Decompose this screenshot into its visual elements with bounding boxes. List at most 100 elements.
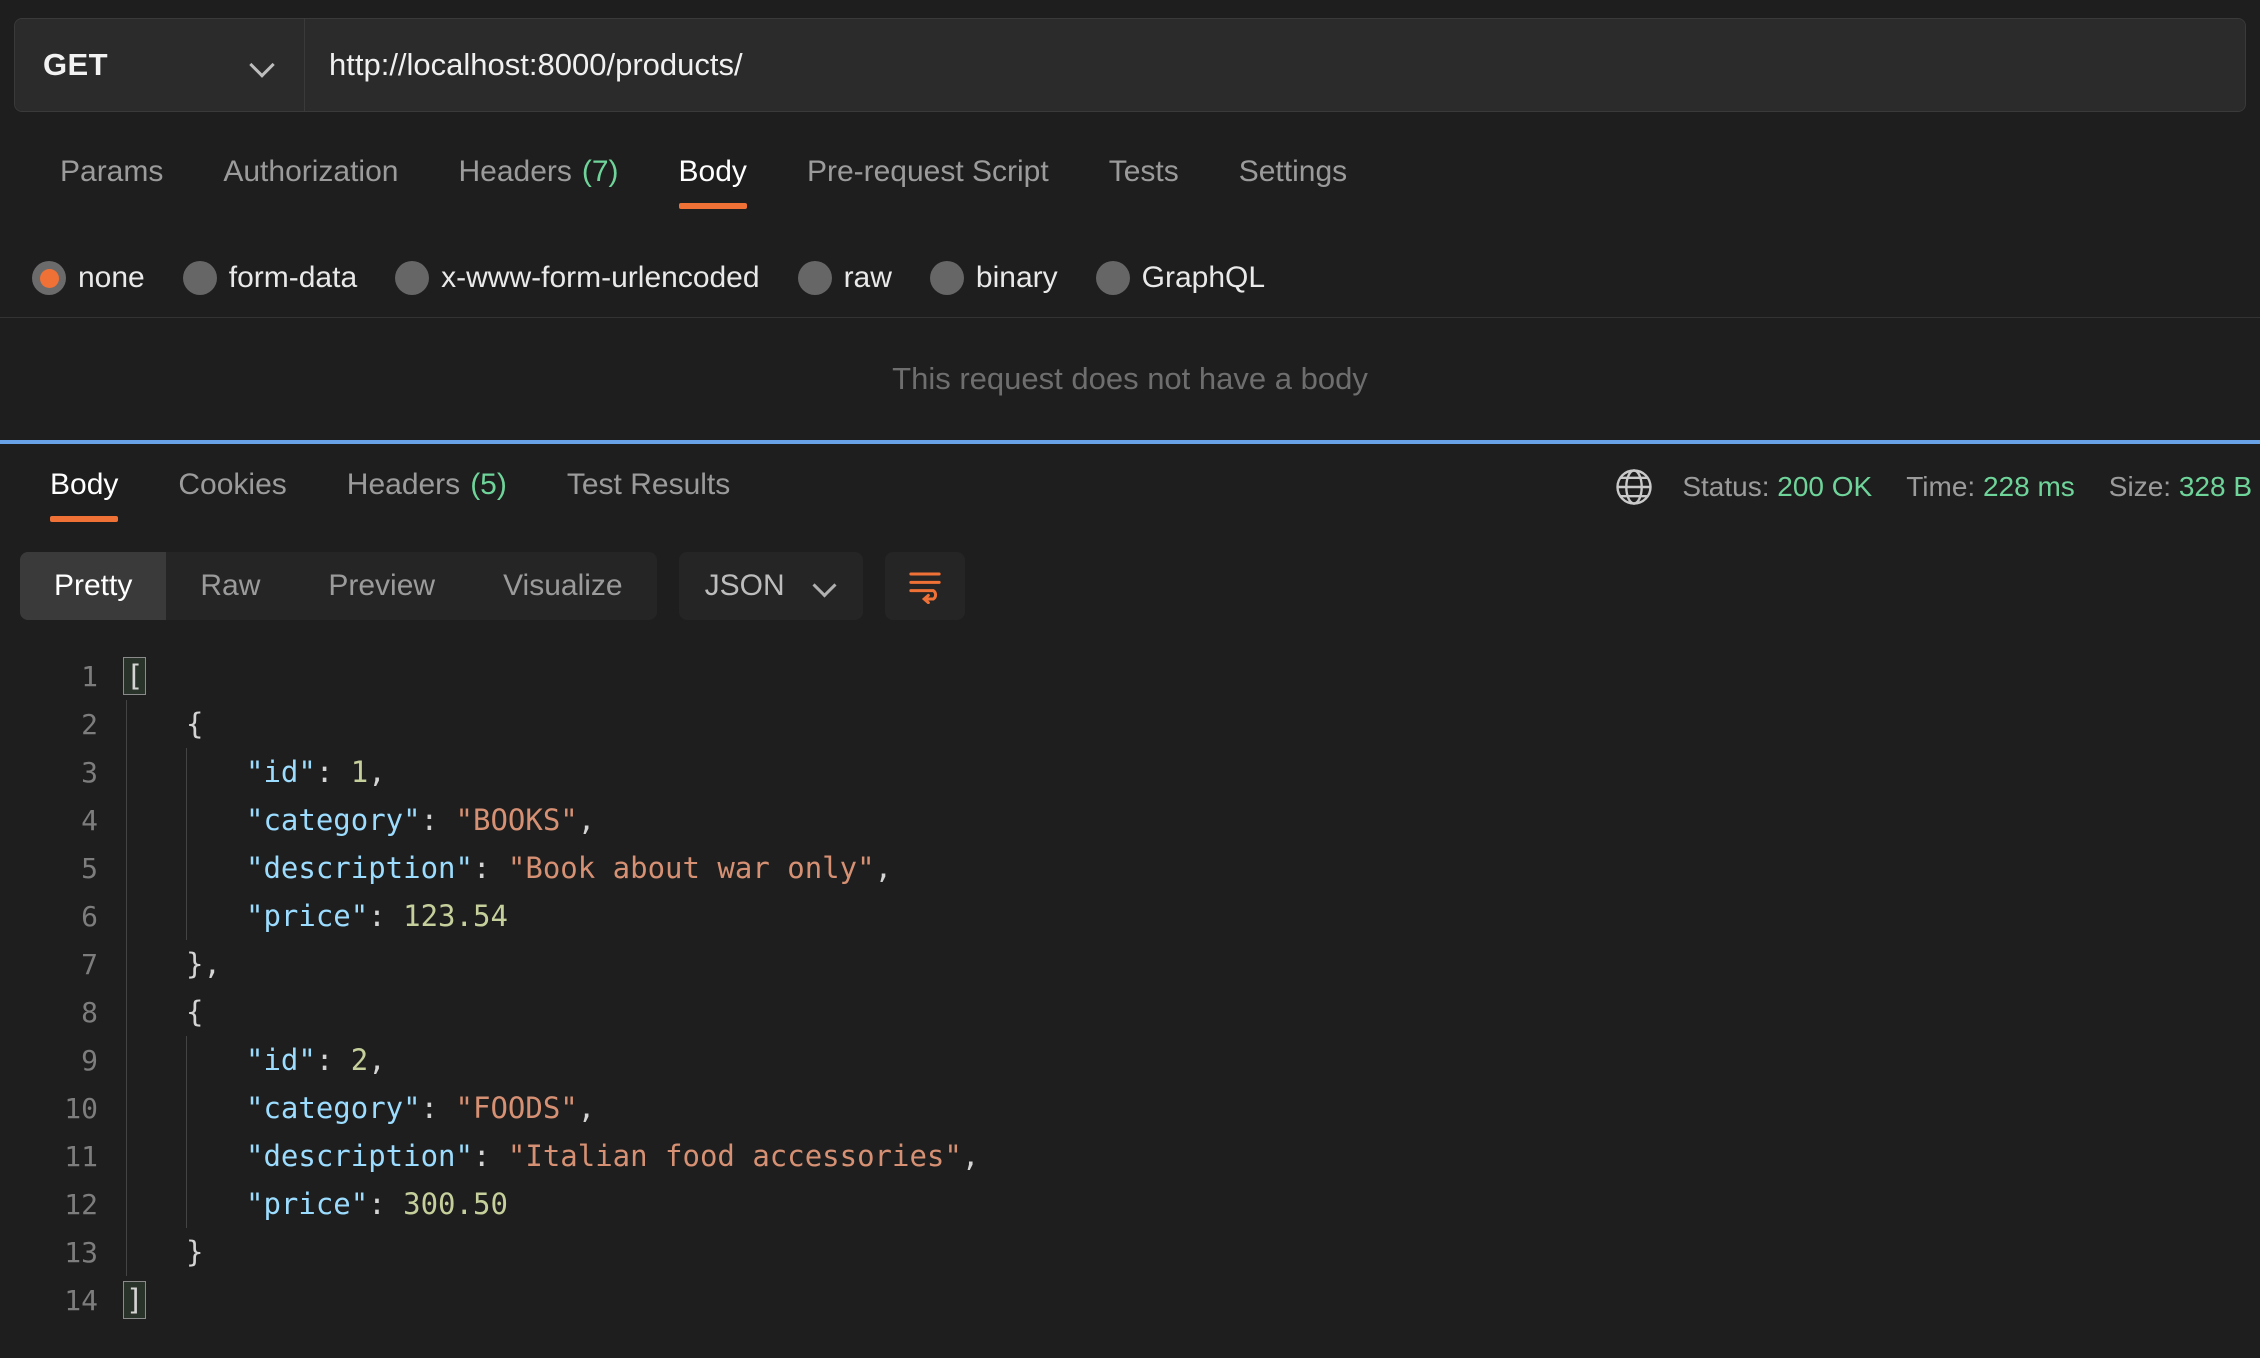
response-tab-test-results[interactable]: Test Results xyxy=(537,453,760,517)
token: "category" xyxy=(246,1091,421,1125)
code-content: { xyxy=(120,988,2260,1036)
token: : xyxy=(368,1187,403,1221)
code-content: "description": "Book about war only", xyxy=(120,844,2260,892)
line-number: 14 xyxy=(0,1284,120,1317)
size-badge: Size: 328 B xyxy=(2109,471,2252,503)
code-content: "id": 2, xyxy=(120,1036,2260,1084)
response-format-dropdown[interactable]: JSON xyxy=(679,552,863,620)
code-text: "description": "Book about war only", xyxy=(120,851,892,885)
chevron-down-icon xyxy=(250,52,276,78)
tab-label: Headers xyxy=(347,468,460,502)
line-number: 1 xyxy=(0,660,120,693)
code-content: "description": "Italian food accessories… xyxy=(120,1132,2260,1180)
body-type-raw[interactable]: raw xyxy=(798,261,892,295)
url-input[interactable] xyxy=(329,47,2221,83)
radio-label: form-data xyxy=(229,261,357,295)
response-tab-headers[interactable]: Headers (5) xyxy=(317,453,537,517)
pane-split-handle[interactable] xyxy=(0,440,2260,444)
tab-authorization[interactable]: Authorization xyxy=(193,140,428,204)
body-type-binary[interactable]: binary xyxy=(930,261,1058,295)
code-line: 13} xyxy=(0,1228,2260,1276)
code-content: "price": 123.54 xyxy=(120,892,2260,940)
tab-label: Authorization xyxy=(223,155,398,189)
bracket-match: [ xyxy=(124,658,145,694)
globe-icon[interactable] xyxy=(1612,465,1656,509)
code-line: 14] xyxy=(0,1276,2260,1324)
code-content: { xyxy=(120,700,2260,748)
view-mode-preview[interactable]: Preview xyxy=(294,552,469,620)
code-text: }, xyxy=(120,947,221,981)
token: "price" xyxy=(246,1187,368,1221)
token: : xyxy=(473,851,508,885)
view-mode-label: Preview xyxy=(328,569,435,603)
tab-label: Body xyxy=(50,468,118,502)
token: , xyxy=(578,803,595,837)
token: , xyxy=(875,851,892,885)
radio-label: x-www-form-urlencoded xyxy=(441,261,759,295)
body-type-graphql[interactable]: GraphQL xyxy=(1096,261,1265,295)
radio-label: GraphQL xyxy=(1142,261,1265,295)
view-mode-pretty[interactable]: Pretty xyxy=(20,552,166,620)
code-line: 4"category": "BOOKS", xyxy=(0,796,2260,844)
code-line: 6"price": 123.54 xyxy=(0,892,2260,940)
view-mode-raw[interactable]: Raw xyxy=(166,552,294,620)
radio-unselected-icon xyxy=(183,261,217,295)
code-line: 7}, xyxy=(0,940,2260,988)
empty-body-message-area: This request does not have a body xyxy=(0,318,2260,440)
time-label: Time: xyxy=(1906,471,1975,502)
headers-count-badge: (7) xyxy=(582,155,619,189)
line-number: 8 xyxy=(0,996,120,1029)
status-badge: Status: 200 OK xyxy=(1682,471,1872,503)
response-tabs: Body Cookies Headers (5) Test Results xyxy=(20,453,760,517)
code-text: } xyxy=(120,1235,203,1269)
code-content: "category": "BOOKS", xyxy=(120,796,2260,844)
code-line: 3"id": 1, xyxy=(0,748,2260,796)
status-label: Status: xyxy=(1682,471,1769,502)
token: : xyxy=(368,899,403,933)
code-line: 5"description": "Book about war only", xyxy=(0,844,2260,892)
tab-body[interactable]: Body xyxy=(649,140,777,204)
token: : xyxy=(473,1139,508,1173)
time-badge: Time: 228 ms xyxy=(1906,471,2075,503)
radio-unselected-icon xyxy=(798,261,832,295)
tab-params[interactable]: Params xyxy=(30,140,193,204)
time-value: 228 ms xyxy=(1983,471,2075,502)
token: 1 xyxy=(351,755,368,789)
code-text: { xyxy=(120,707,203,741)
response-tab-cookies[interactable]: Cookies xyxy=(148,453,316,517)
line-number: 3 xyxy=(0,756,120,789)
line-number: 9 xyxy=(0,1044,120,1077)
tab-headers[interactable]: Headers (7) xyxy=(428,140,648,204)
radio-selected-icon xyxy=(32,261,66,295)
view-mode-visualize[interactable]: Visualize xyxy=(469,552,657,620)
body-type-none[interactable]: none xyxy=(32,261,145,295)
tab-tests[interactable]: Tests xyxy=(1079,140,1209,204)
token: , xyxy=(962,1139,979,1173)
token: }, xyxy=(186,947,221,981)
tab-label: Cookies xyxy=(178,468,286,502)
code-line: 8{ xyxy=(0,988,2260,1036)
body-type-x-www-form-urlencoded[interactable]: x-www-form-urlencoded xyxy=(395,261,759,295)
code-text: { xyxy=(120,995,203,1029)
token: } xyxy=(186,1235,203,1269)
radio-unselected-icon xyxy=(1096,261,1130,295)
token: { xyxy=(186,995,203,1029)
tab-settings[interactable]: Settings xyxy=(1209,140,1377,204)
token: : xyxy=(421,1091,456,1125)
tab-pre-request-script[interactable]: Pre-request Script xyxy=(777,140,1079,204)
token: "price" xyxy=(246,899,368,933)
code-content: }, xyxy=(120,940,2260,988)
token: "Italian food accessories" xyxy=(508,1139,962,1173)
response-body-code-viewer[interactable]: 1[2{3"id": 1,4"category": "BOOKS",5"desc… xyxy=(0,652,2260,1358)
token: "category" xyxy=(246,803,421,837)
chevron-down-icon xyxy=(813,574,837,598)
body-type-form-data[interactable]: form-data xyxy=(183,261,357,295)
http-method-dropdown[interactable]: GET xyxy=(15,19,305,111)
code-text: "category": "FOODS", xyxy=(120,1091,595,1125)
token: , xyxy=(368,755,385,789)
request-url-field[interactable] xyxy=(305,19,2245,111)
radio-label: none xyxy=(78,261,145,295)
word-wrap-button[interactable] xyxy=(885,552,965,620)
response-tab-body[interactable]: Body xyxy=(20,453,148,517)
code-line: 11"description": "Italian food accessori… xyxy=(0,1132,2260,1180)
